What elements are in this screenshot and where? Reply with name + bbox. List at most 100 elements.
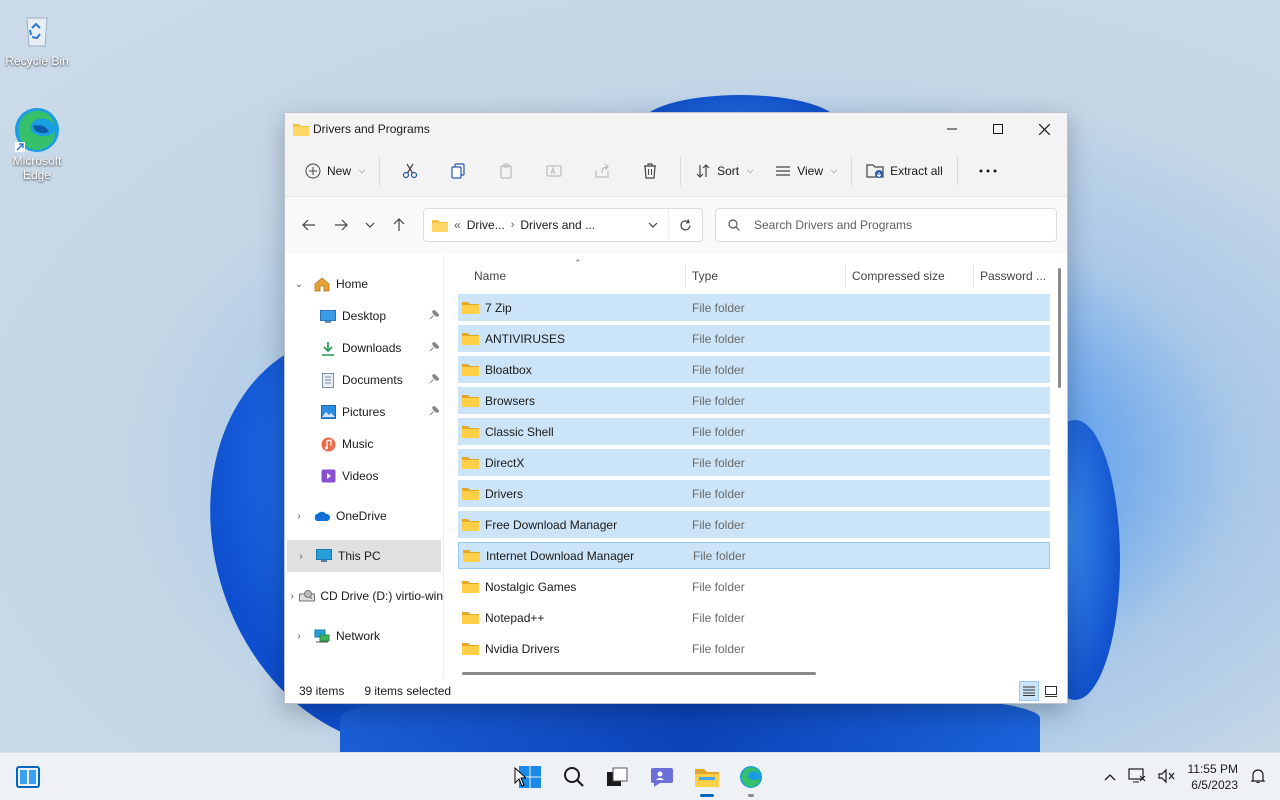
cut-button[interactable] <box>386 155 434 187</box>
file-row[interactable]: Internet Download Manager File folder <box>458 540 1051 571</box>
file-type: File folder <box>692 362 745 377</box>
file-name-cell[interactable]: Free Download Manager <box>458 518 688 532</box>
widgets-button[interactable] <box>10 761 46 793</box>
sort-icon <box>696 163 710 178</box>
breadcrumb-overflow[interactable]: « <box>454 218 461 232</box>
details-view-button[interactable] <box>1019 681 1039 701</box>
more-options-button[interactable] <box>964 155 1012 187</box>
chevron-right-icon[interactable]: › <box>287 551 315 562</box>
file-row[interactable]: DirectX File folder <box>458 447 1051 478</box>
chevron-right-icon: › <box>510 219 515 231</box>
file-name-cell[interactable]: Browsers <box>458 394 688 408</box>
search-icon <box>728 219 740 231</box>
view-button[interactable]: View ⌵ <box>767 155 845 187</box>
minimize-button[interactable] <box>929 113 975 145</box>
edge-taskbar-button[interactable] <box>733 761 769 797</box>
file-name: Free Download Manager <box>485 517 618 532</box>
maximize-icon <box>993 124 1003 134</box>
file-name-cell[interactable]: Internet Download Manager <box>459 549 689 563</box>
search-taskbar-button[interactable] <box>556 761 592 793</box>
tiles-view-button[interactable] <box>1041 681 1061 701</box>
file-type: File folder <box>692 486 745 501</box>
maximize-button[interactable] <box>975 113 1021 145</box>
back-button[interactable] <box>293 209 325 241</box>
file-row[interactable]: 7 Zip File folder <box>458 292 1051 323</box>
forward-button[interactable] <box>325 209 357 241</box>
file-row[interactable]: Free Download Manager File folder <box>458 509 1051 540</box>
file-row[interactable]: Browsers File folder <box>458 385 1051 416</box>
file-name-cell[interactable]: Nvidia Drivers <box>458 642 688 656</box>
nav-videos[interactable]: Videos <box>285 460 443 492</box>
nav-desktop[interactable]: Desktop <box>285 300 443 332</box>
display-icon[interactable] <box>1127 767 1146 787</box>
nav-documents[interactable]: Documents <box>285 364 443 396</box>
nav-downloads[interactable]: Downloads <box>285 332 443 364</box>
file-name: Notepad++ <box>485 610 545 625</box>
nav-onedrive[interactable]: › OneDrive <box>285 500 443 532</box>
column-header-name[interactable]: Name <box>460 265 686 287</box>
column-header-password[interactable]: Password ... <box>974 265 1054 287</box>
breadcrumb-item[interactable]: Drivers and ... <box>520 218 595 232</box>
chevron-right-icon[interactable]: › <box>285 511 313 522</box>
desktop-icon-edge[interactable]: Microsoft Edge <box>1 108 73 182</box>
file-name-cell[interactable]: ANTIVIRUSES <box>458 332 688 346</box>
copy-button[interactable] <box>434 155 482 187</box>
file-row[interactable]: Nostalgic Games File folder <box>458 571 1051 602</box>
file-name-cell[interactable]: Nostalgic Games <box>458 580 688 594</box>
chevron-down-icon[interactable]: ⌄ <box>285 279 313 290</box>
column-header-compressed-size[interactable]: Compressed size <box>846 265 974 287</box>
up-button[interactable] <box>383 209 415 241</box>
rename-button[interactable] <box>530 155 578 187</box>
file-row[interactable]: Drivers File folder <box>458 478 1051 509</box>
file-row[interactable]: Bloatbox File folder <box>458 354 1051 385</box>
vertical-scrollbar[interactable] <box>1058 268 1061 388</box>
task-view-button[interactable] <box>599 761 635 793</box>
file-name-cell[interactable]: DirectX <box>458 456 688 470</box>
nav-home[interactable]: ⌄ Home <box>285 268 443 300</box>
nav-this-pc[interactable]: › This PC <box>287 540 441 572</box>
toolbar-separator <box>680 155 682 186</box>
file-name-cell[interactable]: Classic Shell <box>458 425 688 439</box>
file-row[interactable]: Nvidia Drivers File folder <box>458 633 1051 664</box>
file-row[interactable]: Classic Shell File folder <box>458 416 1051 447</box>
close-button[interactable] <box>1021 113 1067 145</box>
nav-music[interactable]: Music <box>285 428 443 460</box>
desktop-icon-recycle-bin[interactable]: Recycle Bin <box>1 10 73 68</box>
mouse-cursor-icon <box>514 767 526 787</box>
file-name-cell[interactable]: 7 Zip <box>458 301 688 315</box>
recent-locations-button[interactable] <box>357 209 383 241</box>
nav-cd-drive[interactable]: › CD Drive (D:) virtio-win <box>285 580 443 612</box>
file-name-cell[interactable]: Bloatbox <box>458 363 688 377</box>
chevron-right-icon[interactable]: › <box>285 631 313 642</box>
show-hidden-icons-button[interactable] <box>1104 770 1116 784</box>
file-type: File folder <box>692 455 745 470</box>
share-button[interactable] <box>578 155 626 187</box>
refresh-button[interactable] <box>668 209 702 241</box>
file-row[interactable]: Notepad++ File folder <box>458 602 1051 633</box>
clock[interactable]: 11:55 PM 6/5/2023 <box>1188 761 1238 793</box>
file-row[interactable]: ANTIVIRUSES File folder <box>458 323 1051 354</box>
paste-button[interactable] <box>482 155 530 187</box>
file-explorer-taskbar-button[interactable] <box>689 761 725 797</box>
nav-network[interactable]: › Network <box>285 620 443 652</box>
new-button[interactable]: New ⌵ <box>297 155 373 187</box>
title-bar[interactable]: Drivers and Programs <box>285 113 1067 145</box>
column-header-type[interactable]: Type <box>686 265 846 287</box>
chat-button[interactable] <box>644 761 680 793</box>
volume-muted-icon[interactable] <box>1157 768 1176 787</box>
file-type: File folder <box>692 579 745 594</box>
sort-button[interactable]: Sort ⌵ <box>687 155 761 187</box>
chevron-right-icon[interactable]: › <box>285 591 299 602</box>
file-name-cell[interactable]: Notepad++ <box>458 611 688 625</box>
extract-all-button[interactable]: Extract all <box>858 155 951 187</box>
delete-button[interactable] <box>626 155 674 187</box>
nav-pictures[interactable]: Pictures <box>285 396 443 428</box>
address-dropdown-button[interactable] <box>638 222 668 228</box>
notification-icon[interactable] <box>1250 768 1266 787</box>
horizontal-scrollbar[interactable] <box>462 672 816 675</box>
search-input[interactable]: Search Drivers and Programs <box>715 208 1057 242</box>
address-bar[interactable]: « Drive... › Drivers and ... <box>423 208 703 242</box>
breadcrumb-item[interactable]: Drive... <box>467 218 505 232</box>
selected-count: 9 items selected <box>364 684 452 698</box>
file-name-cell[interactable]: Drivers <box>458 487 688 501</box>
